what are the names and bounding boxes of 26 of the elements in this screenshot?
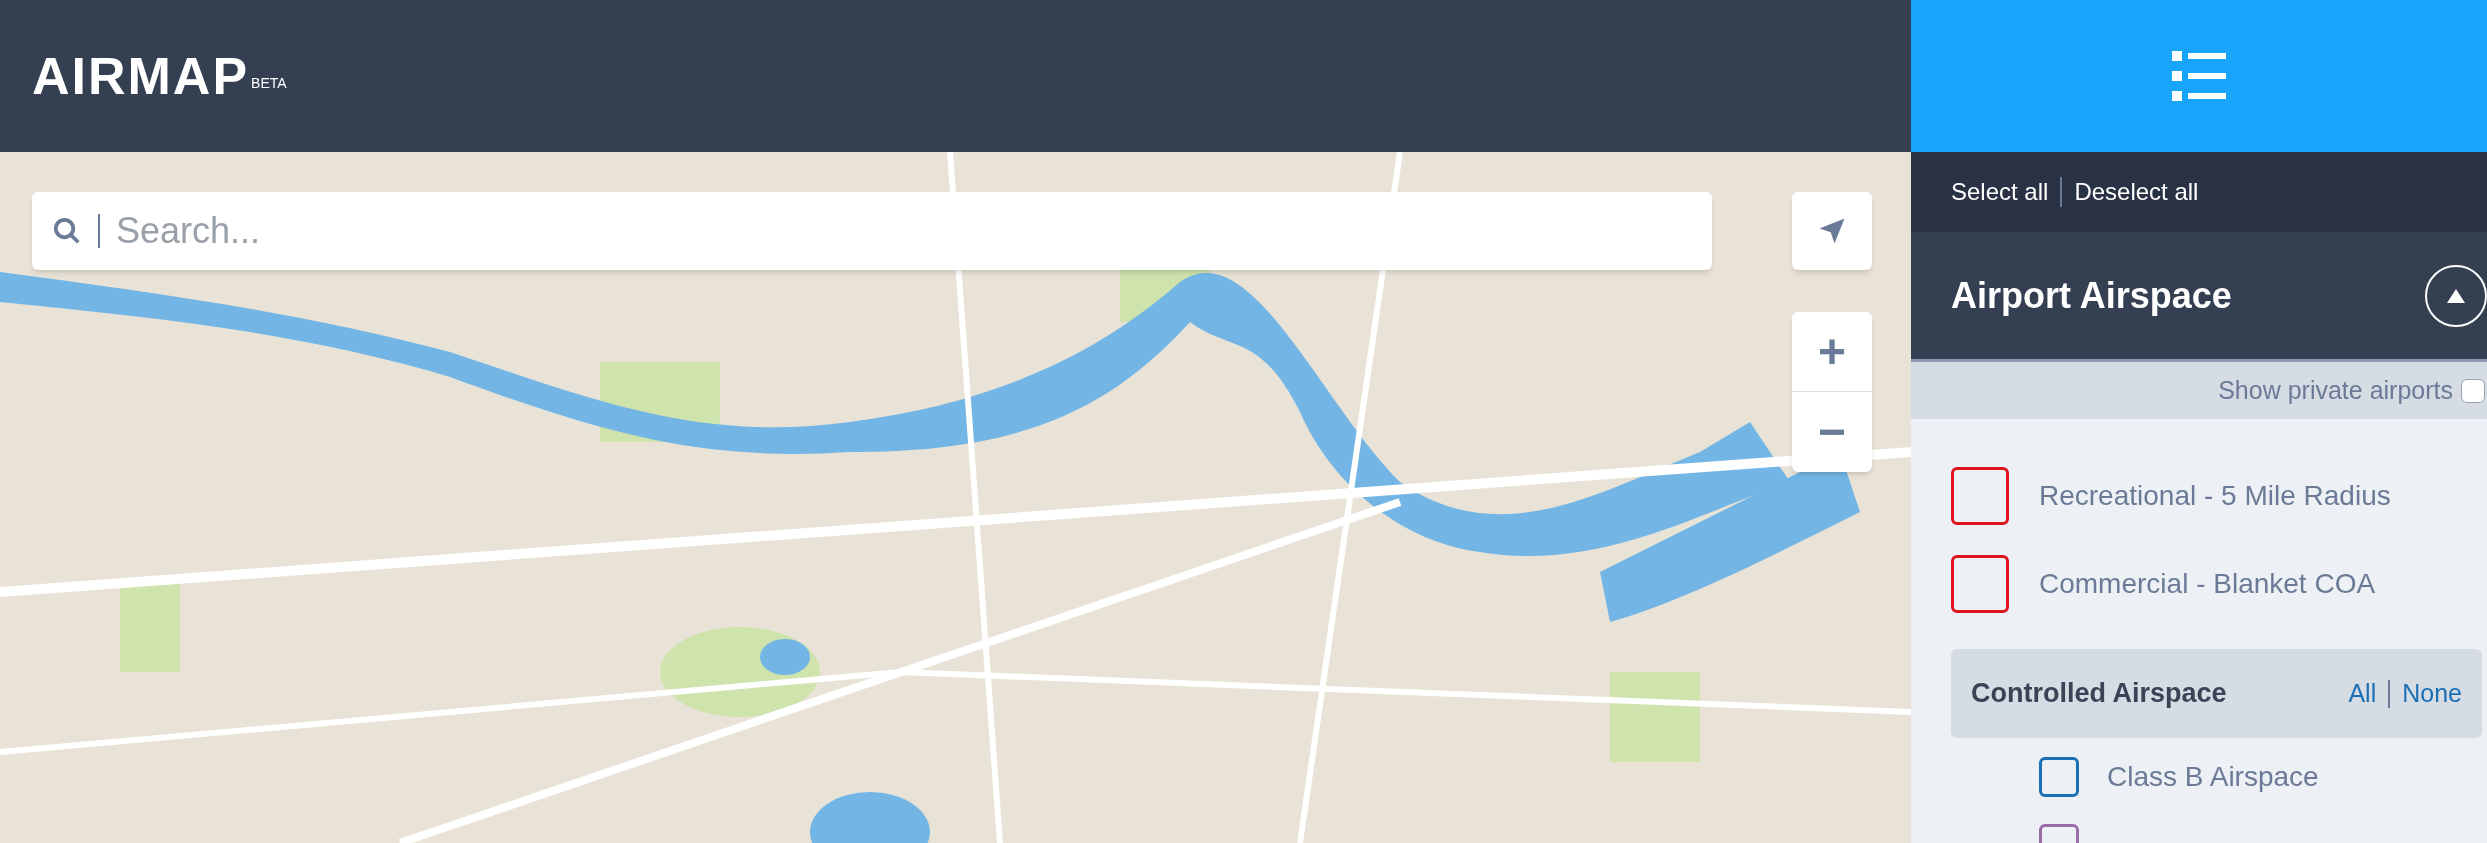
section-title: Airport Airspace — [1951, 273, 2232, 318]
search-input[interactable]: Search... — [116, 204, 1692, 258]
locate-button[interactable] — [1792, 192, 1872, 270]
layer-label: Class B Airspace — [2107, 760, 2319, 794]
zoom-out-button[interactable]: − — [1792, 392, 1872, 472]
all-link[interactable]: All — [2348, 674, 2377, 713]
collapse-button[interactable] — [2425, 264, 2487, 327]
none-link[interactable]: None — [2402, 674, 2462, 713]
zoom-in-button[interactable]: + — [1792, 312, 1872, 392]
group-title: Controlled Airspace — [1971, 677, 2227, 711]
beta-label: BETA — [251, 74, 287, 93]
list-icon — [2172, 51, 2226, 101]
search-field[interactable]: Search... — [32, 192, 1712, 270]
layer-label: Commercial - Blanket COA — [2039, 567, 2376, 601]
logo[interactable]: AIRMAP — [32, 50, 250, 102]
private-airports-label: Show private airports — [2218, 374, 2453, 406]
navigation-arrow-icon — [1817, 216, 1847, 246]
checkbox[interactable] — [2461, 378, 2485, 403]
search-icon — [52, 216, 82, 246]
checkbox[interactable] — [1951, 555, 2009, 613]
checkbox[interactable] — [2039, 757, 2079, 797]
select-all-link[interactable]: Select all — [1951, 174, 2049, 210]
layer-label: Recreational - 5 Mile Radius — [2039, 479, 2391, 513]
triangle-up-icon — [2446, 287, 2466, 304]
deselect-all-link[interactable]: Deselect all — [2074, 174, 2199, 210]
checkbox[interactable] — [1951, 467, 2009, 525]
